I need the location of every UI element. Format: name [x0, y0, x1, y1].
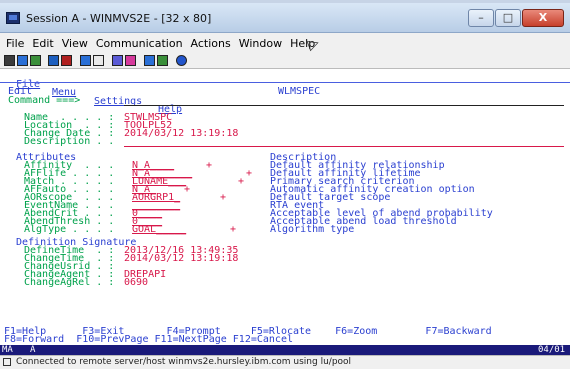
macro-record-icon[interactable]	[112, 55, 123, 66]
print-icon[interactable]	[4, 55, 15, 66]
sig-label: ChangeAgRel . :	[24, 277, 115, 288]
window-title: Session A - WINMVS2E - [32 x 80]	[26, 12, 212, 25]
operator-info-area: MA A 04/01	[0, 345, 570, 355]
pf-keys-row-2: F8=Forward F10=PrevPage F11=NextPage F12…	[4, 334, 293, 345]
settings-icon[interactable]	[157, 55, 168, 66]
receive-icon[interactable]	[61, 55, 72, 66]
attr-prompt: +	[230, 224, 237, 235]
attr-value[interactable]: GOAL_____	[132, 225, 186, 235]
macro-play-icon[interactable]	[93, 55, 104, 66]
window-buttons: – □ X	[467, 9, 564, 29]
close-button[interactable]: X	[522, 9, 564, 27]
sig-value: 2014/03/12 13:19:18	[124, 253, 239, 264]
header-value: 2014/03/12 13:19:18	[124, 128, 239, 139]
attr-prompt: +	[246, 168, 253, 179]
map-icon[interactable]	[125, 55, 136, 66]
help-icon[interactable]	[176, 55, 187, 66]
menu-view[interactable]: View	[62, 37, 88, 50]
menu-file[interactable]: File	[6, 37, 24, 50]
attr-prompt: +	[206, 160, 213, 171]
attr-desc: Algorithm type	[270, 224, 355, 235]
command-input[interactable]	[124, 105, 564, 106]
menu-communication[interactable]: Communication	[96, 37, 183, 50]
command-label: Command ===>	[8, 95, 81, 106]
header-label: Description . .	[24, 136, 115, 147]
attr-prompt: +	[238, 176, 245, 187]
terminal-action-bar: File Menu Settings Help	[16, 72, 182, 114]
sig-value: 0690	[124, 277, 149, 288]
status-text: Connected to remote server/host winmvs2e…	[16, 357, 352, 367]
paste-icon[interactable]	[30, 55, 41, 66]
attr-prompt: +	[220, 192, 227, 203]
title-bar[interactable]: Session A - WINMVS2E - [32 x 80] – □ X	[0, 3, 570, 33]
description-input[interactable]	[124, 146, 564, 147]
toolbar	[0, 53, 570, 69]
app-icon	[6, 12, 20, 24]
send-icon[interactable]	[48, 55, 59, 66]
display-icon[interactable]	[80, 55, 91, 66]
copy-icon[interactable]	[17, 55, 28, 66]
menu-window[interactable]: Window	[239, 37, 282, 50]
colors-icon[interactable]	[144, 55, 155, 66]
oia-mode: A	[30, 345, 36, 355]
emulator-window: Session A - WINMVS2E - [32 x 80] – □ X F…	[0, 0, 570, 369]
minimize-button[interactable]: –	[468, 9, 494, 27]
action-bar-divider	[0, 82, 570, 83]
menu-edit[interactable]: Edit	[32, 37, 53, 50]
attr-label: AlgType . . . .	[24, 224, 115, 235]
attr-prompt: +	[184, 184, 191, 195]
menu-bar: File Edit View Communication Actions Win…	[0, 33, 570, 53]
maximize-button[interactable]: □	[495, 9, 521, 27]
oia-cursor-position: 04/01	[538, 345, 566, 355]
terminal-screen[interactable]: File Menu Settings Help Edit WLMSPEC Com…	[0, 69, 570, 345]
status-bar: Connected to remote server/host winmvs2e…	[0, 355, 570, 369]
menu-actions[interactable]: Actions	[191, 37, 231, 50]
connection-icon	[3, 358, 11, 366]
panel-name: WLMSPEC	[278, 86, 321, 97]
oia-session: MA	[2, 345, 13, 355]
